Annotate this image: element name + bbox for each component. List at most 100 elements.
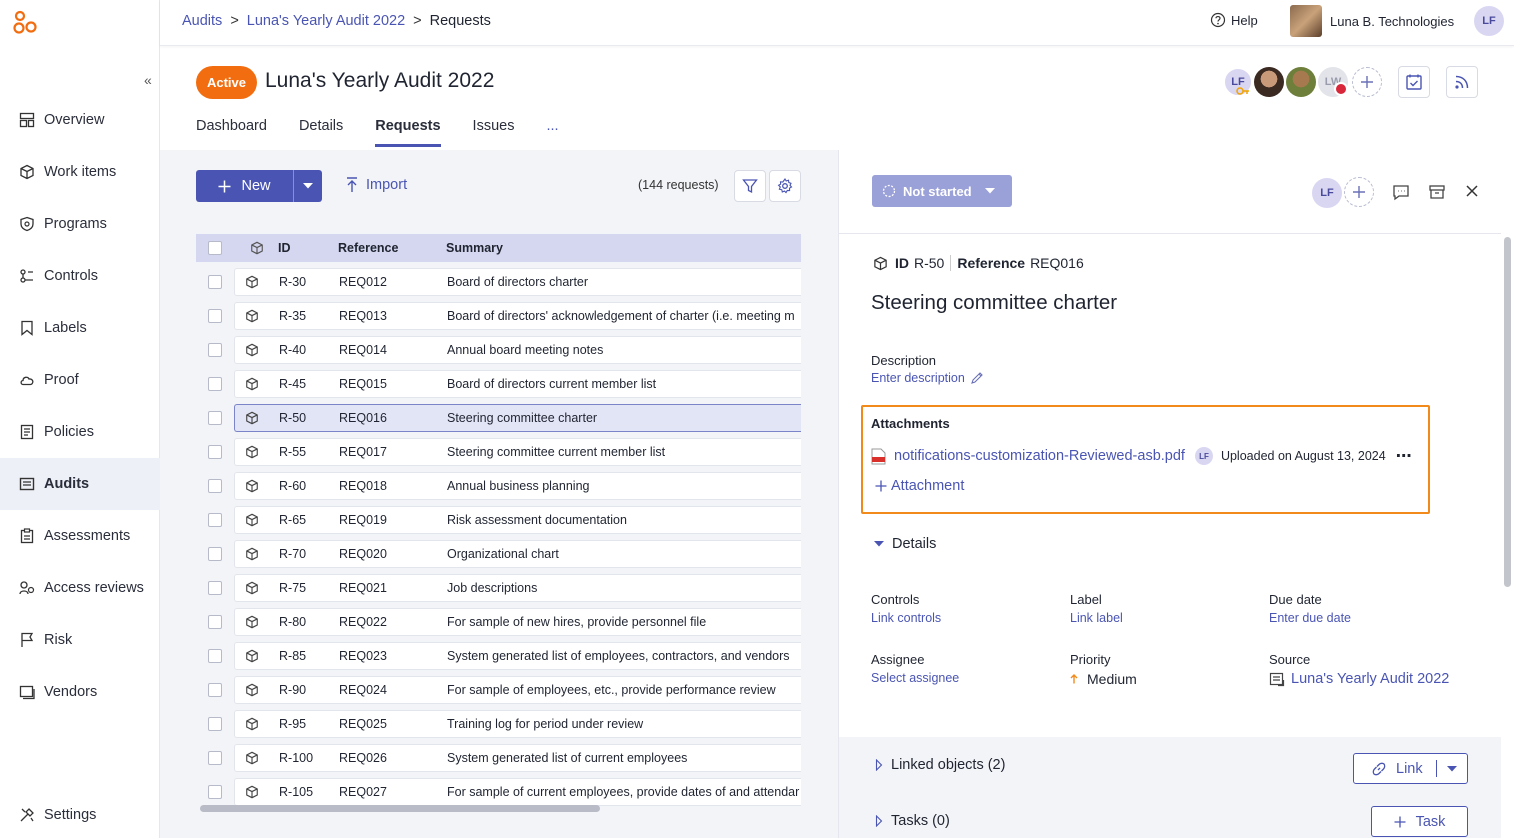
select-assignee-link[interactable]: Select assignee	[871, 671, 959, 685]
sidebar-item-controls[interactable]: Controls	[0, 250, 160, 302]
sidebar-item-proof[interactable]: Proof	[0, 354, 160, 406]
sidebar-item-settings[interactable]: Settings	[0, 789, 160, 838]
table-row[interactable]: R-80 REQ022 For sample of new hires, provi…	[198, 608, 801, 636]
collapse-sidebar-button[interactable]: «	[144, 72, 152, 88]
table-row[interactable]: R-50 REQ016 Steering committee charter	[198, 404, 801, 432]
request-title[interactable]: Steering committee charter	[871, 291, 1117, 315]
import-button[interactable]: Import	[346, 177, 407, 193]
comment-icon[interactable]	[1392, 183, 1410, 201]
filter-button[interactable]	[734, 170, 766, 202]
add-member-button[interactable]	[1352, 67, 1382, 97]
status-dropdown[interactable]: Not started	[872, 175, 1012, 207]
sidebar-item-programs[interactable]: Programs	[0, 198, 160, 250]
horizontal-scrollbar[interactable]	[198, 804, 801, 814]
select-all-checkbox[interactable]	[208, 241, 222, 255]
table-row[interactable]: R-55 REQ017 Steering committee current mem…	[198, 438, 801, 466]
breadcrumb-audits[interactable]: Audits	[182, 13, 222, 29]
table-row[interactable]: R-100 REQ026 System generated list of curr…	[198, 744, 801, 772]
row-checkbox[interactable]	[208, 785, 222, 799]
table-row[interactable]: R-35 REQ013 Board of directors' acknowledg…	[198, 302, 801, 330]
add-attachment-button[interactable]: Attachment	[875, 478, 964, 494]
help-button[interactable]: Help	[1210, 12, 1258, 28]
due-date-input[interactable]: Enter due date	[1269, 611, 1351, 625]
add-task-button[interactable]: Task	[1371, 806, 1468, 837]
tab-requests[interactable]: Requests	[375, 118, 441, 147]
attachment-link[interactable]: notifications-customization-Reviewed-asb…	[894, 448, 1185, 464]
column-header-id[interactable]: ID	[278, 241, 291, 255]
sidebar-item-access-reviews[interactable]: Access reviews	[0, 562, 160, 614]
row-checkbox[interactable]	[208, 751, 222, 765]
sidebar-item-vendors[interactable]: Vendors	[0, 666, 160, 718]
details-toggle[interactable]: Details	[873, 536, 936, 552]
tasks-toggle[interactable]: Tasks (0)	[875, 813, 950, 829]
priority-select[interactable]: Medium	[1070, 671, 1137, 687]
sidebar-item-audits[interactable]: Audits	[0, 458, 160, 510]
scrollbar-thumb[interactable]	[200, 805, 600, 812]
row-checkbox[interactable]	[208, 479, 222, 493]
more-options-icon[interactable]: ⋯	[1396, 446, 1413, 466]
table-row[interactable]: R-30 REQ012 Board of directors charter	[198, 268, 801, 296]
row-checkbox[interactable]	[208, 343, 222, 357]
add-assignee-button[interactable]	[1344, 177, 1374, 207]
link-button[interactable]: Link	[1354, 760, 1438, 777]
table-row[interactable]: R-105 REQ027 For sample of current employe…	[198, 778, 801, 806]
row-checkbox[interactable]	[208, 683, 222, 697]
sidebar-item-overview[interactable]: Overview	[0, 94, 160, 146]
table-row[interactable]: R-85 REQ023 System generated list of emplo…	[198, 642, 801, 670]
tab-more[interactable]: ...	[546, 118, 558, 147]
link-label-link[interactable]: Link label	[1070, 611, 1123, 625]
row-checkbox[interactable]	[208, 275, 222, 289]
calendar-button[interactable]	[1398, 66, 1430, 98]
table-row[interactable]: R-40 REQ014 Annual board meeting notes	[198, 336, 801, 364]
plus-icon	[218, 180, 231, 193]
app-logo[interactable]	[12, 10, 38, 36]
link-dropdown[interactable]	[1437, 765, 1467, 773]
row-checkbox[interactable]	[208, 649, 222, 663]
row-checkbox[interactable]	[208, 411, 222, 425]
row-checkbox[interactable]	[208, 513, 222, 527]
row-checkbox[interactable]	[208, 309, 222, 323]
linked-objects-toggle[interactable]: Linked objects (2)	[875, 757, 1005, 773]
table-row[interactable]: R-45 REQ015 Board of directors current mem…	[198, 370, 801, 398]
tab-dashboard[interactable]: Dashboard	[196, 118, 267, 147]
archive-icon[interactable]	[1428, 183, 1446, 201]
vertical-scrollbar[interactable]	[1501, 234, 1514, 838]
column-header-reference[interactable]: Reference	[338, 241, 398, 255]
sidebar-item-risk[interactable]: Risk	[0, 614, 160, 666]
table-row[interactable]: R-60 REQ018 Annual business planning	[198, 472, 801, 500]
source-link[interactable]: Luna's Yearly Audit 2022	[1269, 671, 1449, 687]
new-request-dropdown[interactable]	[294, 182, 322, 190]
column-header-summary[interactable]: Summary	[446, 241, 503, 255]
row-checkbox[interactable]	[208, 615, 222, 629]
sidebar-item-labels[interactable]: Labels	[0, 302, 160, 354]
user-avatar[interactable]: LF	[1474, 6, 1504, 36]
table-settings-button[interactable]	[769, 170, 801, 202]
sidebar-item-assessments[interactable]: Assessments	[0, 510, 160, 562]
breadcrumb-audit[interactable]: Luna's Yearly Audit 2022	[247, 13, 405, 29]
tab-details[interactable]: Details	[299, 118, 343, 147]
member-avatar-photo[interactable]	[1286, 67, 1316, 97]
link-controls-link[interactable]: Link controls	[871, 611, 941, 625]
feed-button[interactable]	[1446, 66, 1478, 98]
row-checkbox[interactable]	[208, 581, 222, 595]
table-row[interactable]: R-65 REQ019 Risk assessment documentation	[198, 506, 801, 534]
row-checkbox[interactable]	[208, 377, 222, 391]
tab-issues[interactable]: Issues	[473, 118, 515, 147]
sidebar-item-policies[interactable]: Policies	[0, 406, 160, 458]
scrollbar-thumb[interactable]	[1504, 237, 1511, 587]
row-checkbox[interactable]	[208, 445, 222, 459]
org-switcher[interactable]: Luna B. Technologies	[1290, 5, 1454, 37]
new-request-button[interactable]: New	[196, 170, 294, 202]
sidebar-item-work-items[interactable]: Work items	[0, 146, 160, 198]
help-label: Help	[1231, 12, 1258, 28]
close-icon[interactable]	[1465, 184, 1479, 198]
table-row[interactable]: R-75 REQ021 Job descriptions	[198, 574, 801, 602]
member-avatar-photo[interactable]	[1254, 67, 1284, 97]
row-checkbox[interactable]	[208, 717, 222, 731]
row-checkbox[interactable]	[208, 547, 222, 561]
assignee-avatar[interactable]: LF	[1312, 178, 1342, 208]
table-row[interactable]: R-90 REQ024 For sample of employees, etc.,…	[198, 676, 801, 704]
description-field[interactable]: Enter description	[871, 371, 984, 385]
table-row[interactable]: R-95 REQ025 Training log for period under …	[198, 710, 801, 738]
table-row[interactable]: R-70 REQ020 Organizational chart	[198, 540, 801, 568]
